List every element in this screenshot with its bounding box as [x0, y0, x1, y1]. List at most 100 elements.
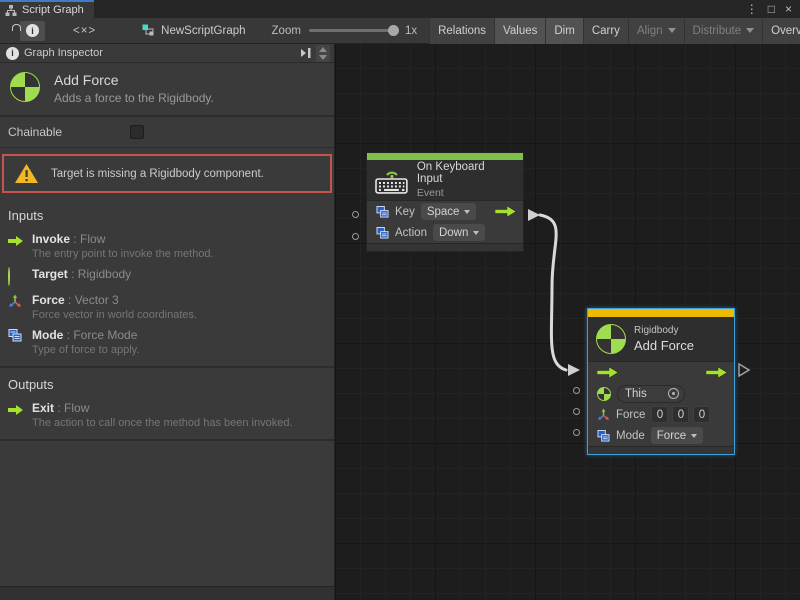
node-title: On Keyboard Input: [417, 161, 513, 185]
port-item-mode: Mode : Force Mode Type of force to apply…: [0, 323, 334, 358]
node-add-force[interactable]: Rigidbody Add Force This: [587, 308, 735, 455]
force-input-port[interactable]: [573, 408, 580, 415]
inputs-title: Inputs: [0, 199, 334, 227]
zoom-value: 1x: [405, 25, 417, 37]
inspector-toggle-button[interactable]: i: [20, 21, 45, 41]
node-header: Rigidbody Add Force: [588, 317, 734, 361]
node-header: On Keyboard Input Event: [367, 160, 523, 200]
chevron-down-icon: [473, 231, 479, 235]
overview-button[interactable]: Overview: [762, 18, 800, 44]
distribute-button[interactable]: Distribute: [684, 18, 763, 44]
target-row: This: [588, 383, 734, 404]
mode-row: Mode Force: [588, 425, 734, 446]
graph-inspector-panel: i Graph Inspector Add Force Adds a force…: [0, 44, 335, 600]
object-picker-icon[interactable]: [668, 388, 679, 399]
node-footer: [588, 446, 734, 454]
node-title: Add Force: [634, 338, 694, 353]
unit-header: Add Force Adds a force to the Rigidbody.: [0, 63, 334, 117]
zoom-label: Zoom: [272, 25, 301, 37]
toolbar-toggles: Relations Values Dim Carry Align Distrib…: [429, 18, 800, 44]
trigger-output-port[interactable]: [495, 206, 517, 217]
event-color-bar: [367, 153, 523, 160]
node-footer: [367, 243, 523, 251]
keyboard-event-icon: [375, 167, 409, 194]
window-maximize-icon[interactable]: □: [768, 1, 775, 17]
script-graph-asset-icon: [142, 24, 156, 37]
exit-port-triangle[interactable]: [739, 364, 749, 376]
inspector-header: i Graph Inspector: [0, 44, 334, 63]
invoke-input-port[interactable]: [597, 367, 619, 378]
info-icon: i: [6, 47, 19, 60]
dock-panel-icon[interactable]: [300, 47, 312, 59]
vector3-icon: [597, 408, 610, 421]
carry-button[interactable]: Carry: [583, 18, 628, 44]
connection-end-arrow[interactable]: [568, 364, 580, 376]
force-x-field[interactable]: 0: [651, 406, 668, 423]
relations-button[interactable]: Relations: [429, 18, 494, 44]
window-menu-icon[interactable]: ⋮: [746, 1, 758, 17]
scroll-up-icon[interactable]: [319, 47, 327, 52]
force-y-field[interactable]: 0: [672, 406, 689, 423]
flow-connection-wire[interactable]: [540, 215, 566, 370]
scroll-down-icon[interactable]: [319, 55, 327, 60]
action-dropdown[interactable]: Down: [433, 224, 485, 241]
mode-dropdown[interactable]: Force: [651, 427, 703, 444]
port-item-exit: Exit : Flow The action to call once the …: [0, 396, 334, 431]
rigidbody-icon: [597, 387, 611, 401]
unit-title: Add Force: [54, 72, 214, 88]
action-input-port[interactable]: [352, 233, 359, 240]
enum-icon: [8, 329, 22, 342]
action-label: Action: [395, 227, 427, 239]
chevron-down-icon: [746, 28, 754, 33]
chainable-label: Chainable: [8, 125, 130, 139]
key-input-port[interactable]: [352, 211, 359, 218]
zoom-control: Zoom 1x: [272, 25, 418, 37]
action-row: Action Down: [367, 222, 523, 243]
connection-start-arrow[interactable]: [528, 209, 540, 221]
graph-name-label: NewScriptGraph: [161, 25, 245, 37]
chainable-checkbox[interactable]: [130, 125, 144, 139]
warning-text: Target is missing a Rigidbody component.: [51, 168, 264, 180]
warning-box: Target is missing a Rigidbody component.: [2, 154, 332, 193]
inputs-section: Inputs Invoke : Flow The entry point to …: [0, 199, 334, 368]
chevron-down-icon: [668, 28, 676, 33]
node-on-keyboard-input[interactable]: On Keyboard Input Event Key Space: [366, 152, 524, 252]
enum-icon: [376, 227, 389, 239]
window-controls: ⋮ □ ×: [746, 0, 800, 18]
key-label: Key: [395, 206, 415, 218]
align-button[interactable]: Align: [628, 18, 684, 44]
values-button[interactable]: Values: [494, 18, 545, 44]
tab-bar: Script Graph ⋮ □ ×: [0, 0, 800, 18]
flow-arrow-icon: [8, 405, 24, 415]
node-subtitle: Event: [417, 187, 513, 199]
mode-label: Mode: [616, 430, 645, 442]
vector3-icon: [8, 294, 22, 308]
dim-button[interactable]: Dim: [545, 18, 582, 44]
target-field[interactable]: This: [617, 385, 685, 403]
scroll-spinner[interactable]: [316, 45, 330, 62]
rigidbody-icon: [10, 72, 40, 102]
key-dropdown[interactable]: Space: [421, 203, 477, 220]
force-z-field[interactable]: 0: [693, 406, 710, 423]
target-input-port[interactable]: [573, 387, 580, 394]
unit-description: Adds a force to the Rigidbody.: [54, 91, 214, 105]
mode-input-port[interactable]: [573, 429, 580, 436]
graph-name-group: NewScriptGraph: [142, 24, 245, 37]
inspector-title: Graph Inspector: [24, 47, 103, 59]
code-preview-button[interactable]: <×>: [67, 21, 102, 41]
exit-output-port[interactable]: [706, 367, 728, 378]
node-body: This Force 0 0 0: [588, 361, 734, 446]
rigidbody-icon: [596, 324, 626, 354]
tab-script-graph[interactable]: Script Graph: [0, 0, 94, 18]
zoom-slider[interactable]: [309, 29, 397, 32]
port-item-invoke: Invoke : Flow The entry point to invoke …: [0, 227, 334, 262]
warning-icon: [14, 163, 39, 184]
graph-hierarchy-icon: [5, 4, 17, 16]
zoom-slider-handle[interactable]: [388, 25, 399, 36]
rigidbody-icon: [8, 267, 10, 286]
graph-canvas[interactable]: On Keyboard Input Event Key Space: [335, 44, 800, 600]
window-close-icon[interactable]: ×: [785, 1, 792, 17]
outputs-title: Outputs: [0, 368, 334, 396]
graph-toolbar: i <×> NewScriptGraph Zoom 1x Relations V…: [0, 18, 800, 44]
info-icon: i: [26, 24, 39, 37]
